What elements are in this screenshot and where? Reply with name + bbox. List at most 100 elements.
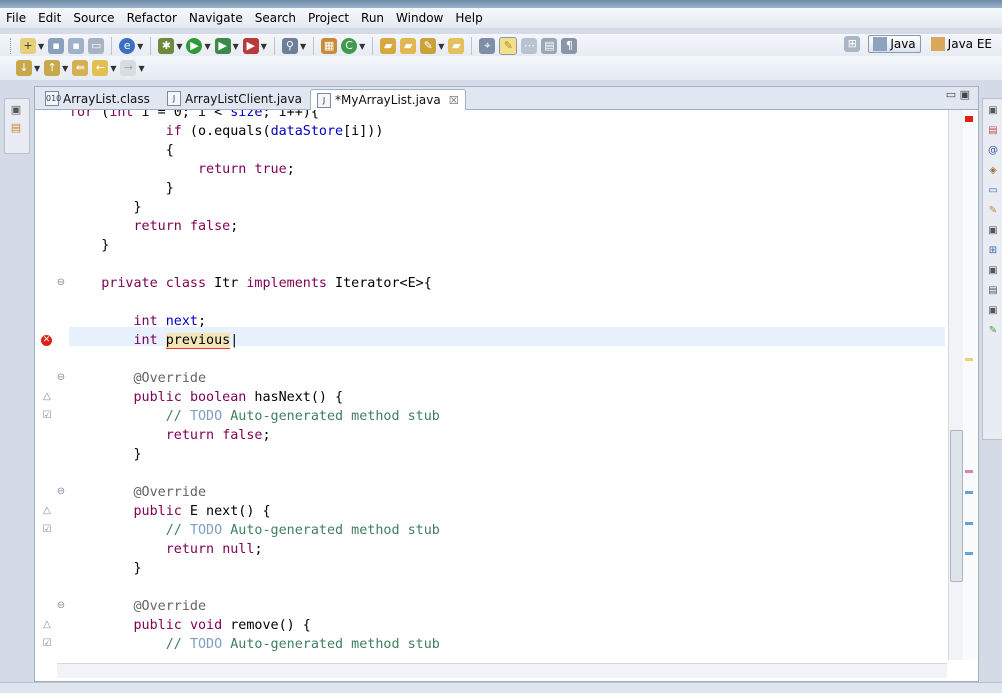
menu-file[interactable]: File <box>0 8 32 28</box>
previous-annotation-button[interactable]: ↑ ▼ <box>44 59 68 77</box>
task-marker-icon[interactable]: ☑ <box>41 638 53 649</box>
tab-label: ArrayListClient.java <box>185 91 302 106</box>
chevron-down-icon[interactable]: ▼ <box>62 64 68 73</box>
code-line: } <box>69 561 142 576</box>
restore-icon[interactable]: ▣ <box>986 225 1000 239</box>
perspective-java-ee[interactable]: Java EE <box>927 36 996 52</box>
outline-icon[interactable]: ▤ <box>986 125 1000 139</box>
perspective-switcher: ⊞ Java Java EE <box>842 35 996 53</box>
chevron-down-icon[interactable]: ▼ <box>438 42 444 51</box>
javadoc-icon[interactable]: ◈ <box>986 165 1000 179</box>
menu-project[interactable]: Project <box>302 8 355 28</box>
fold-toggle-icon[interactable]: ⊖ <box>55 486 67 497</box>
restore-icon[interactable]: ▣ <box>986 305 1000 319</box>
console-icon[interactable]: ▭ <box>986 185 1000 199</box>
overview-marker[interactable] <box>965 470 973 473</box>
close-icon[interactable]: ☒ <box>449 94 459 107</box>
chevron-down-icon[interactable]: ▼ <box>137 42 143 51</box>
task-marker-icon[interactable]: ☑ <box>41 410 53 421</box>
tab-arraylistclient-java[interactable]: J ArrayListClient.java <box>161 89 308 108</box>
menu-source[interactable]: Source <box>67 8 120 28</box>
menu-refactor[interactable]: Refactor <box>121 8 183 28</box>
menu-navigate[interactable]: Navigate <box>183 8 249 28</box>
tab-myarraylist-java[interactable]: J *MyArrayList.java ☒ <box>310 89 466 110</box>
chevron-down-icon[interactable]: ▼ <box>359 42 365 51</box>
toggle-breadcrumb-button[interactable]: ⌖ <box>479 37 496 55</box>
open-folder-button[interactable]: ▰ <box>448 37 465 55</box>
task-overview-marker[interactable] <box>965 522 973 525</box>
open-task-button[interactable]: ✎ ▼ <box>420 37 444 55</box>
chevron-down-icon[interactable]: ▼ <box>233 42 239 51</box>
new-package-button[interactable]: ▦ <box>321 37 338 55</box>
last-edit-button[interactable]: ⇚ <box>72 59 89 77</box>
toolbar-grip[interactable] <box>10 38 14 54</box>
at-sign-icon[interactable]: @ <box>986 145 1000 159</box>
menu-run[interactable]: Run <box>355 8 390 28</box>
chevron-down-icon[interactable]: ▼ <box>176 42 182 51</box>
vertical-scrollbar[interactable] <box>948 110 963 660</box>
run-button[interactable]: ▶ ▼ <box>186 37 211 55</box>
menu-help[interactable]: Help <box>449 8 488 28</box>
debug-button[interactable]: ✱ ▼ <box>158 37 182 55</box>
task-list-icon[interactable]: ▤ <box>986 285 1000 299</box>
chevron-down-icon[interactable]: ▼ <box>138 64 144 73</box>
chevron-down-icon[interactable]: ▼ <box>300 42 306 51</box>
block-selection-button[interactable]: ⋯ <box>521 37 538 55</box>
chevron-down-icon[interactable]: ▼ <box>261 42 267 51</box>
palette-icon[interactable]: ✎ <box>986 325 1000 339</box>
show-whitespace-button[interactable]: ▤ <box>541 37 558 55</box>
perspective-java[interactable]: Java <box>868 35 921 53</box>
fold-toggle-icon[interactable]: ⊖ <box>55 277 67 288</box>
tab-arraylist-class[interactable]: 010 ArrayList.class <box>39 89 156 108</box>
chevron-down-icon[interactable]: ▼ <box>110 64 116 73</box>
code-editor[interactable]: for (int i = 0; i < size; i++){ if (o.eq… <box>35 110 945 660</box>
save-button[interactable]: ▪ <box>48 37 65 55</box>
save-all-button[interactable]: ▪ <box>68 37 85 55</box>
back-button[interactable]: ← ▼ <box>92 59 116 77</box>
error-marker-icon[interactable]: ✕ <box>41 335 52 346</box>
error-token[interactable]: previous <box>165 333 231 349</box>
chevron-down-icon[interactable]: ▼ <box>34 64 40 73</box>
task-overview-marker[interactable] <box>965 491 973 494</box>
external-tools-button[interactable]: ▶ ▼ <box>242 37 267 55</box>
task-marker-icon[interactable]: ☑ <box>41 524 53 535</box>
tools-icon[interactable]: ✎ <box>986 205 1000 219</box>
open-type-button[interactable]: ▰ <box>380 37 397 55</box>
web-browser-button[interactable]: e ▼ <box>119 37 143 55</box>
new-button[interactable]: + ▼ <box>20 37 44 55</box>
chevron-down-icon[interactable]: ▼ <box>204 42 210 51</box>
menu-window[interactable]: Window <box>390 8 449 28</box>
minimize-icon[interactable]: ▭ <box>946 88 956 101</box>
chevron-down-icon[interactable]: ▼ <box>38 42 44 51</box>
hierarchy-icon[interactable]: ▤ <box>9 121 23 135</box>
occurrence-overview-marker[interactable] <box>965 358 973 361</box>
open-resource-button[interactable]: ▰ <box>400 37 417 55</box>
mark-occurrences-button[interactable]: ✎ <box>499 37 518 55</box>
restore-icon[interactable]: ▣ <box>986 105 1000 119</box>
print-button[interactable]: ▭ <box>88 37 105 55</box>
fold-toggle-icon[interactable]: ⊖ <box>55 600 67 611</box>
fold-toggle-icon[interactable]: ⊖ <box>55 372 67 383</box>
horizontal-scrollbar[interactable] <box>57 663 947 678</box>
search-button[interactable]: ⚲ ▼ <box>281 37 306 55</box>
hierarchy-icon[interactable]: ⊞ <box>986 245 1000 259</box>
menu-edit[interactable]: Edit <box>32 8 67 28</box>
new-class-button[interactable]: C ▼ <box>341 37 365 55</box>
next-annotation-button[interactable]: ↓ ▼ <box>16 59 40 77</box>
override-marker-icon[interactable]: △ <box>41 391 53 402</box>
restore-icon[interactable]: ▣ <box>9 103 23 117</box>
save-icon: ▪ <box>48 38 65 54</box>
error-overview-marker[interactable] <box>965 116 973 122</box>
menu-search[interactable]: Search <box>249 8 302 28</box>
override-marker-icon[interactable]: △ <box>41 505 53 516</box>
override-marker-icon[interactable]: △ <box>41 619 53 630</box>
task-overview-marker[interactable] <box>965 552 973 555</box>
scrollbar-thumb[interactable] <box>950 430 963 582</box>
pilcrow-button[interactable]: ¶ <box>561 37 578 55</box>
restore-icon[interactable]: ▣ <box>986 265 1000 279</box>
overview-ruler[interactable] <box>963 110 977 660</box>
run-server-button[interactable]: ▶ ▼ <box>214 37 239 55</box>
open-perspective-button[interactable]: ⊞ <box>844 35 861 53</box>
forward-button[interactable]: → ▼ <box>120 59 145 77</box>
maximize-icon[interactable]: ▣ <box>960 88 970 101</box>
